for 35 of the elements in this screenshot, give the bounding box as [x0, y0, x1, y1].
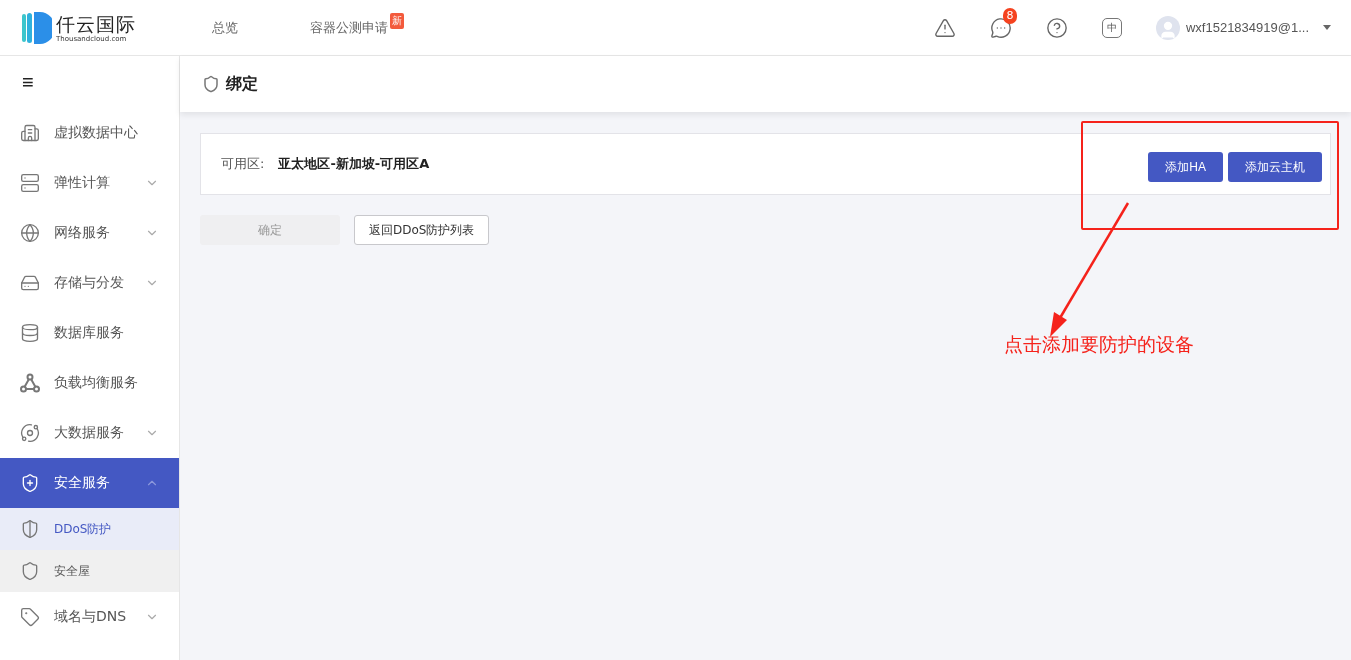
zone-value: 亚太地区-新加坡-可用区A: [278, 155, 431, 173]
sidebar-icon: [20, 173, 40, 193]
sidebar-icon: [20, 223, 40, 243]
menu-toggle[interactable]: ≡: [0, 56, 179, 108]
count-badge: 8: [1002, 7, 1017, 24]
warning-icon[interactable]: [933, 16, 956, 39]
zone-label: 可用区:: [221, 155, 265, 173]
user-menu[interactable]: wxf1521834919@1...: [1155, 15, 1331, 40]
add-button[interactable]: 添加云主机: [1228, 152, 1322, 182]
sidebar-icon: [20, 423, 40, 443]
shield-icon: [202, 75, 220, 93]
sidebar-item[interactable]: 安全服务: [0, 458, 179, 508]
language-button[interactable]: 中: [1101, 17, 1122, 38]
sidebar-icon: [20, 123, 40, 143]
sidebar-icon: [20, 607, 40, 627]
back-button[interactable]: 返回DDoS防护列表: [354, 215, 490, 245]
shield-icon: [20, 519, 40, 539]
sidebar-icon: [20, 273, 40, 293]
triangle-nodes-icon: [20, 373, 40, 393]
sidebar-subitem[interactable]: 安全屋: [0, 550, 179, 592]
nav-link[interactable]: 容器公测申请: [310, 18, 388, 37]
sidebar-icon: [20, 323, 40, 343]
help-icon[interactable]: [1045, 16, 1068, 39]
sidebar-subitem[interactable]: DDoS防护: [0, 508, 179, 550]
shield-icon: [20, 561, 40, 581]
nav-link[interactable]: 总览: [212, 18, 238, 37]
page-title: 绑定: [226, 73, 258, 95]
avatar-icon: [1155, 15, 1180, 40]
logo-name: 仟云国际: [56, 12, 136, 35]
annotation-text: 点击添加要防护的设备: [1004, 332, 1194, 357]
caret-icon: [1323, 25, 1331, 30]
new-badge: 新: [390, 12, 404, 29]
add-button[interactable]: 添加HA: [1148, 152, 1223, 182]
logo-icon: [20, 10, 52, 45]
sidebar-icon: [20, 473, 40, 493]
